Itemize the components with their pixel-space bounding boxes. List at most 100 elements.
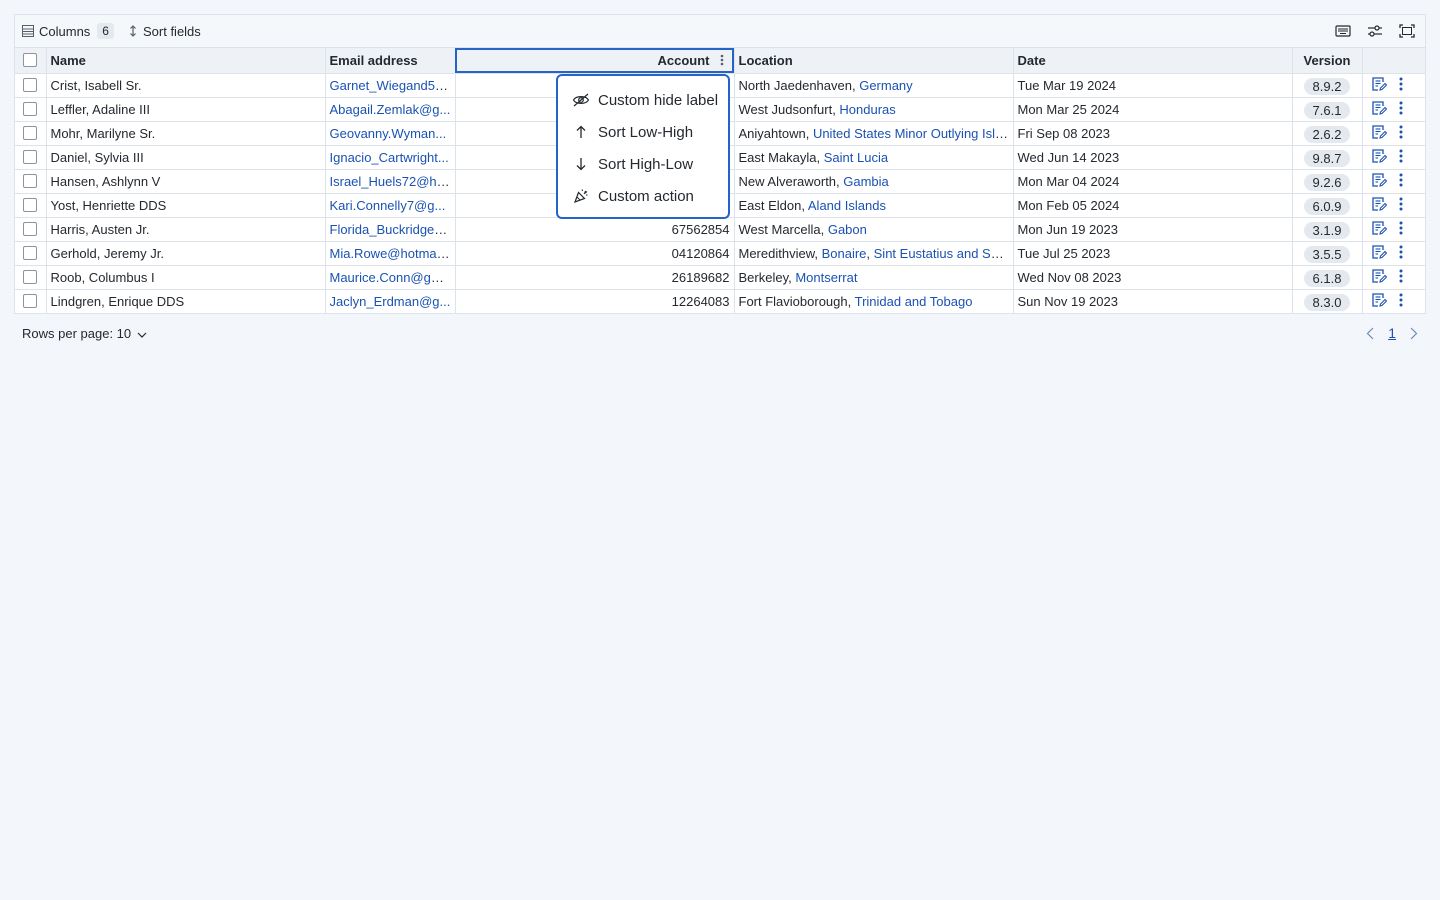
row-menu-kebab-icon[interactable] (1399, 197, 1403, 214)
row-checkbox[interactable] (23, 102, 38, 116)
prev-page-chevron-left-icon[interactable] (1366, 327, 1374, 340)
location-city: Meredithview, (738, 245, 822, 261)
location-country-link[interactable]: Bonaire (822, 246, 867, 261)
select-all-checkbox[interactable] (23, 53, 38, 68)
location-country-link[interactable]: Montserrat (795, 270, 857, 285)
row-checkbox[interactable] (23, 78, 38, 92)
location-country-link[interactable]: Trinidad and Tobago (855, 294, 973, 309)
row-menu-kebab-icon[interactable] (1399, 149, 1403, 166)
sort-fields-button[interactable]: Sort fields (128, 24, 201, 39)
location-country-link[interactable]: Honduras (839, 102, 895, 117)
row-menu-kebab-icon[interactable] (1399, 101, 1403, 118)
chevron-down-icon (137, 326, 147, 341)
email-link[interactable]: Kari.Connelly7@g... (330, 198, 446, 213)
location-country-link[interactable]: Aland Islands (808, 198, 886, 213)
cell-email: Kari.Connelly7@g... (325, 193, 456, 218)
email-link[interactable]: Israel_Huels72@ho... (330, 174, 455, 189)
party-popper-icon (572, 187, 590, 205)
row-menu-kebab-icon[interactable] (1399, 245, 1403, 262)
cell-version: 8.9.2 (1292, 73, 1363, 98)
select-all-header (15, 48, 47, 74)
menu-item-sort-low-high[interactable]: Sort Low-High (558, 116, 728, 148)
location-city: Fort Flavioborough, (738, 293, 855, 309)
location-country-link[interactable]: Germany (859, 78, 912, 93)
header-date[interactable]: Date (1013, 48, 1293, 74)
cell-name: Harris, Austen Jr. (46, 217, 326, 242)
header-email[interactable]: Email address (325, 48, 456, 74)
settings-sliders-icon[interactable] (1366, 22, 1384, 40)
edit-row-icon[interactable] (1371, 100, 1387, 119)
menu-item-sort-high-low[interactable]: Sort High-Low (558, 148, 728, 180)
columns-button[interactable]: Columns 6 (22, 23, 114, 39)
page-number-current[interactable]: 1 (1388, 325, 1396, 341)
cell-email: Ignacio_Cartwright... (325, 145, 456, 170)
location-country-link-2[interactable]: Sint Eustatius and Saba (874, 246, 1012, 261)
edit-row-icon[interactable] (1371, 268, 1387, 287)
row-menu-kebab-icon[interactable] (1399, 269, 1403, 286)
cell-email: Florida_Buckridge6... (325, 217, 456, 242)
cell-location: Berkeley, Montserrat (734, 265, 1014, 290)
email-link[interactable]: Mia.Rowe@hotmail.... (330, 246, 455, 261)
edit-row-icon[interactable] (1371, 172, 1387, 191)
edit-row-icon[interactable] (1371, 220, 1387, 239)
row-menu-kebab-icon[interactable] (1399, 293, 1403, 310)
edit-row-icon[interactable] (1371, 124, 1387, 143)
cell-email: Geovanny.Wyman... (325, 121, 456, 146)
row-checkbox[interactable] (23, 126, 38, 140)
header-name[interactable]: Name (46, 48, 326, 74)
cell-name: Roob, Columbus I (46, 265, 326, 290)
row-checkbox[interactable] (23, 270, 38, 284)
row-checkbox[interactable] (23, 150, 38, 164)
row-menu-kebab-icon[interactable] (1399, 77, 1403, 94)
row-menu-kebab-icon[interactable] (1399, 221, 1403, 238)
header-account[interactable]: Account (455, 48, 735, 74)
rows-per-page-select[interactable]: Rows per page: 10 (22, 326, 147, 341)
header-location[interactable]: Location (734, 48, 1014, 74)
header-account-label: Account (657, 52, 710, 68)
header-version[interactable]: Version (1292, 48, 1363, 74)
edit-row-icon[interactable] (1371, 244, 1387, 263)
location-country-link[interactable]: Gambia (843, 174, 889, 189)
edit-row-icon[interactable] (1371, 196, 1387, 215)
table-row[interactable]: Harris, Austen Jr. Florida_Buckridge6... 6… (15, 217, 1425, 242)
email-link[interactable]: Ignacio_Cartwright... (330, 150, 449, 165)
row-checkbox[interactable] (23, 198, 38, 212)
email-link[interactable]: Florida_Buckridge6... (330, 222, 453, 237)
email-link[interactable]: Garnet_Wiegand59... (330, 78, 454, 93)
row-menu-kebab-icon[interactable] (1399, 173, 1403, 190)
edit-row-icon[interactable] (1371, 76, 1387, 95)
keyboard-icon[interactable] (1334, 22, 1352, 40)
location-country-link[interactable]: United States Minor Outlying Isla... (813, 126, 1012, 141)
table-row[interactable]: Roob, Columbus I Maurice.Conn@gm... 261896… (15, 265, 1425, 290)
fullscreen-icon[interactable] (1398, 22, 1416, 40)
email-link[interactable]: Jaclyn_Erdman@g... (330, 294, 451, 309)
row-menu-kebab-icon[interactable] (1399, 125, 1403, 142)
cell-date: Tue Jul 25 2023 (1013, 241, 1293, 266)
menu-item-custom-hide[interactable]: Custom hide label (558, 84, 728, 116)
cell-account: 12264083 (455, 289, 735, 313)
menu-item-custom-action[interactable]: Custom action (558, 180, 728, 212)
table-row[interactable]: Lindgren, Enrique DDS Jaclyn_Erdman@g... 1… (15, 289, 1425, 313)
menu-item-label: Sort High-Low (598, 155, 694, 173)
row-checkbox[interactable] (23, 294, 38, 309)
email-link[interactable]: Abagail.Zemlak@g... (330, 102, 451, 117)
row-checkbox[interactable] (23, 174, 38, 188)
row-checkbox[interactable] (23, 246, 38, 260)
location-country-link[interactable]: Gabon (828, 222, 867, 237)
pagination: 1 (1366, 325, 1418, 341)
email-link[interactable]: Maurice.Conn@gm... (330, 270, 453, 285)
table-row[interactable]: Gerhold, Jeremy Jr. Mia.Rowe@hotmail.... 0… (15, 241, 1425, 266)
cell-date: Mon Mar 04 2024 (1013, 169, 1293, 194)
edit-row-icon[interactable] (1371, 292, 1387, 311)
next-page-chevron-right-icon[interactable] (1410, 327, 1418, 340)
row-select-cell (15, 217, 47, 242)
location-city: West Judsonfurt, (738, 101, 840, 117)
edit-row-icon[interactable] (1371, 148, 1387, 167)
version-badge: 6.1.8 (1303, 269, 1351, 287)
version-badge: 6.0.9 (1303, 197, 1351, 215)
location-country-link[interactable]: Saint Lucia (824, 150, 888, 165)
row-checkbox[interactable] (23, 222, 38, 236)
email-link[interactable]: Geovanny.Wyman... (330, 126, 447, 141)
cell-email: Abagail.Zemlak@g... (325, 97, 456, 122)
column-menu-kebab-icon[interactable] (720, 54, 724, 69)
